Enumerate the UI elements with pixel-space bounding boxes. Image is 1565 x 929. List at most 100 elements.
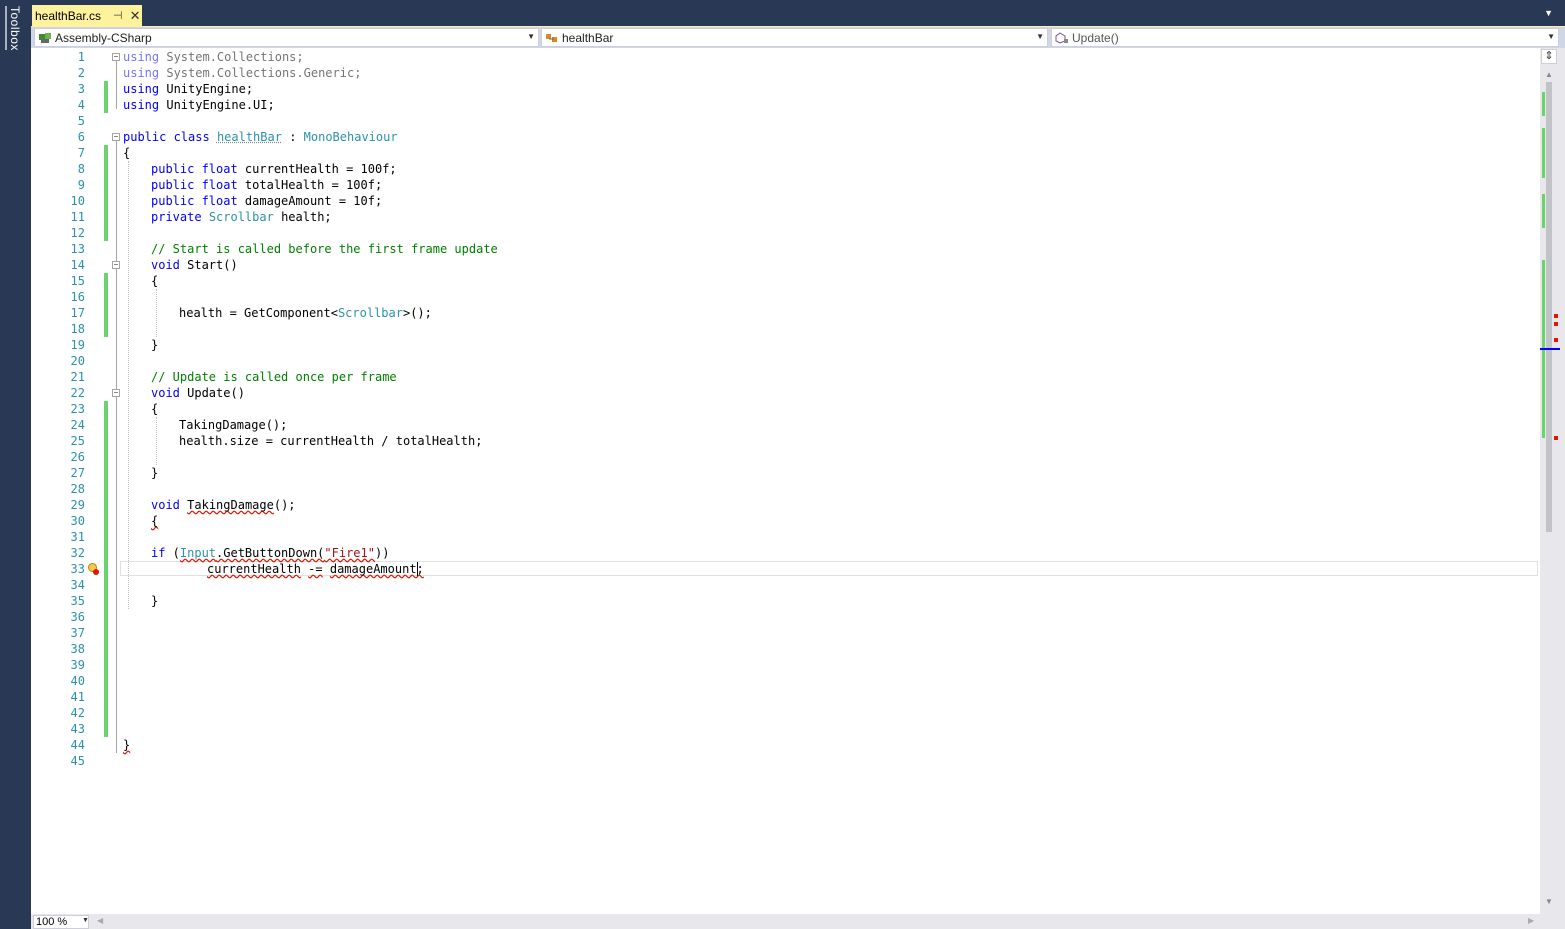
line-number: 18 [70, 322, 85, 336]
line-number: 2 [77, 66, 85, 80]
error-brace: { [151, 514, 159, 528]
scroll-right-icon[interactable]: ▶ [1528, 916, 1534, 925]
collapse-toggle[interactable]: − [112, 53, 120, 61]
code-line-10: public float damageAmount = 10f; [151, 193, 382, 209]
code-text: currentHealth = 100f; [237, 162, 397, 176]
code-line-35: } [151, 594, 159, 608]
code-line-1: using System.Collections; [123, 49, 304, 65]
method-icon [1055, 31, 1069, 44]
line-number: 1 [77, 50, 85, 64]
line-number: 42 [70, 706, 85, 720]
chevron-down-icon[interactable]: ▼ [1544, 8, 1553, 18]
navigation-bar: Assembly-CSharp ▼ healthBar ▼ Update() ▼ [31, 26, 1565, 48]
line-number: 43 [70, 722, 85, 736]
line-number: 23 [70, 402, 85, 416]
line-number: 9 [77, 178, 85, 192]
code-text: Start() [179, 258, 238, 272]
keyword: public float [151, 194, 238, 208]
error-identifier: damageAmount; [329, 562, 424, 576]
line-number: 26 [70, 450, 85, 464]
code-line-8: public float currentHealth = 100f; [151, 161, 397, 177]
code-line-11: private Scrollbar health; [151, 209, 332, 225]
keyword: using [123, 82, 160, 96]
pin-icon[interactable]: ⊣ [113, 9, 123, 22]
collapse-toggle[interactable]: − [112, 389, 120, 397]
line-number: 35 [70, 594, 85, 608]
code-line-44: } [123, 737, 130, 753]
line-number: 11 [70, 210, 85, 224]
comment-line-21: // Update is called once per frame [151, 370, 397, 384]
map-change-marker [1542, 128, 1545, 178]
project-dropdown[interactable]: Assembly-CSharp ▼ [34, 28, 539, 47]
line-number: 8 [77, 162, 85, 176]
code-text: health = GetComponent< [179, 306, 338, 320]
outline-line [116, 57, 117, 109]
line-number: 3 [77, 82, 85, 96]
code-text: (); [273, 498, 296, 512]
code-line-22: void Update() [151, 385, 245, 401]
scrollbar-thumb[interactable] [1546, 82, 1552, 532]
line-number: 21 [70, 370, 85, 384]
tab-healthbar[interactable]: healthBar.cs ⊣ ✕ [32, 5, 142, 26]
code-line-6: public class healthBar : MonoBehaviour [123, 129, 398, 145]
toolbox-indicator [5, 6, 7, 50]
code-text: : [281, 130, 304, 144]
toolbox-strip[interactable]: Toolbox [0, 0, 31, 929]
keyword: public class [123, 130, 210, 144]
indent-guide [156, 289, 157, 337]
map-error-marker [1554, 314, 1558, 318]
type-name: MonoBehaviour [303, 130, 398, 144]
change-marker [104, 81, 108, 113]
line-number: 10 [70, 194, 85, 208]
outline-line [116, 141, 117, 753]
collapse-toggle[interactable]: − [112, 261, 120, 269]
chevron-down-icon[interactable]: ▼ [82, 917, 89, 924]
error-operator: -= [308, 562, 323, 576]
scroll-up-icon[interactable]: ▲ [1545, 70, 1553, 79]
keyword: using [123, 66, 160, 80]
code-line-32: if (Input.GetButtonDown("Fire1")) [151, 545, 389, 561]
code-text: health; [273, 210, 332, 224]
line-number: 27 [70, 466, 85, 480]
scroll-down-icon[interactable]: ▼ [1545, 897, 1553, 906]
member-dropdown[interactable]: Update() ▼ [1051, 28, 1559, 47]
toolbox-label[interactable]: Toolbox [8, 6, 22, 51]
line-number: 7 [77, 146, 85, 160]
code-text: .GetButtonDown( [216, 546, 325, 560]
split-icon[interactable]: ⇕ [1541, 49, 1557, 64]
map-change-marker [1542, 194, 1545, 228]
close-icon[interactable]: ✕ [130, 8, 141, 24]
code-line-2: using System.Collections.Generic; [123, 65, 361, 81]
zoom-value: 100 % [36, 916, 68, 928]
text-caret [417, 562, 418, 576]
error-badge-icon [93, 569, 99, 575]
type-name: Scrollbar [337, 306, 403, 320]
horizontal-scrollbar[interactable] [31, 914, 1565, 929]
keyword: void [151, 258, 180, 272]
type-name: Input [179, 546, 217, 560]
code-text: System.Collections; [159, 50, 304, 64]
code-text: Update() [179, 386, 245, 400]
keyword: void [151, 498, 180, 512]
class-dropdown[interactable]: healthBar ▼ [541, 28, 1048, 47]
code-line-17: health = GetComponent<Scrollbar>(); [179, 305, 432, 321]
line-number: 16 [70, 290, 85, 304]
line-number: 28 [70, 482, 85, 496]
line-number: 20 [70, 354, 85, 368]
collapse-toggle[interactable]: − [112, 133, 120, 141]
error-identifier: currentHealth [207, 562, 301, 576]
zoom-dropdown[interactable]: 100 % [33, 915, 89, 929]
scroll-left-icon[interactable]: ◀ [97, 916, 103, 925]
line-number: 44 [70, 738, 85, 752]
code-text: UnityEngine; [159, 82, 254, 96]
line-number: 30 [70, 514, 85, 528]
line-number: 25 [70, 434, 85, 448]
error-identifier: TakingDamage [187, 498, 274, 512]
code-text: ( [165, 546, 180, 560]
code-line-9: public float totalHealth = 100f; [151, 177, 382, 193]
type-name: Scrollbar [208, 210, 274, 224]
map-error-marker [1554, 338, 1558, 342]
string-literal: "Fire1" [324, 546, 375, 560]
keyword: using [123, 98, 160, 112]
